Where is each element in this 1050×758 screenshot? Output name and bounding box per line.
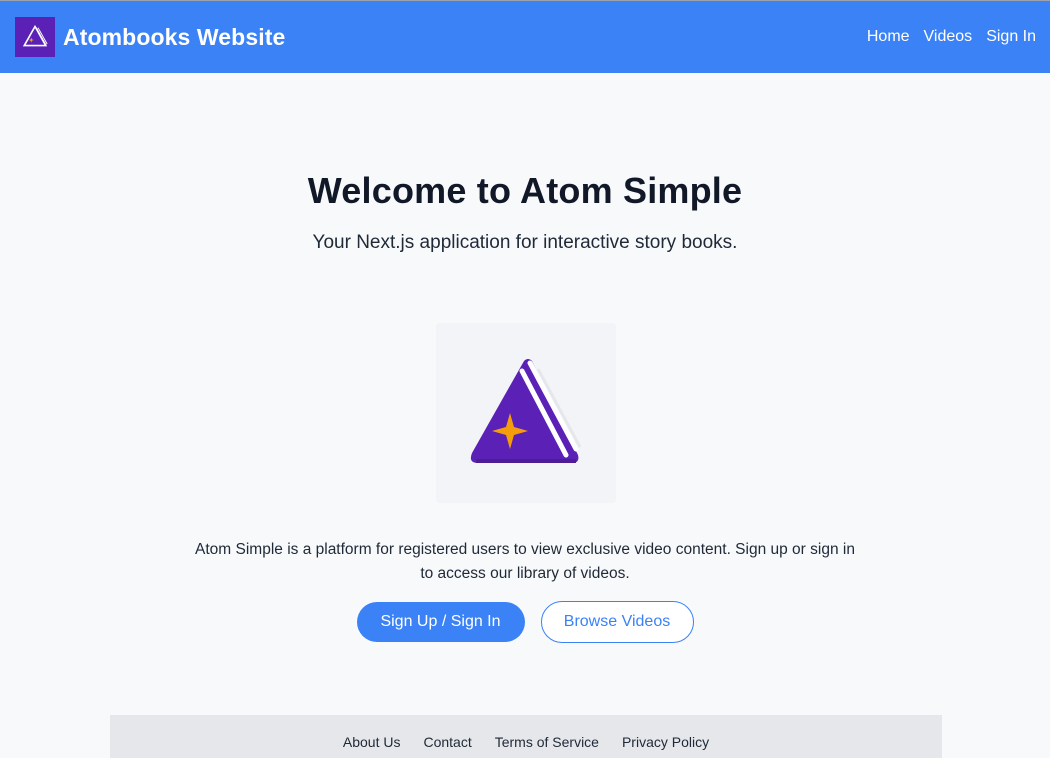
main-nav: Home Videos Sign In — [867, 28, 1036, 46]
nav-sign-in-link[interactable]: Sign In — [986, 28, 1036, 46]
footer-terms-link[interactable]: Terms of Service — [495, 734, 599, 750]
atombooks-logo-icon[interactable] — [15, 17, 55, 57]
footer: About Us Contact Terms of Service Privac… — [110, 715, 942, 758]
brand-title[interactable]: Atombooks Website — [63, 24, 285, 51]
hero-logo-card — [436, 323, 616, 503]
sign-up-sign-in-button[interactable]: Sign Up / Sign In — [356, 602, 525, 642]
atombooks-logo-icon — [470, 359, 582, 463]
hero-section: Welcome to Atom Simple Your Next.js appl… — [0, 170, 1050, 254]
nav-home-link[interactable]: Home — [867, 28, 910, 46]
brand[interactable]: Atombooks Website — [15, 17, 285, 57]
footer-about-link[interactable]: About Us — [343, 734, 401, 750]
page-title: Welcome to Atom Simple — [307, 170, 743, 211]
page-subtitle: Your Next.js application for interactive… — [312, 232, 738, 253]
nav-videos-link[interactable]: Videos — [924, 28, 973, 46]
hero-actions: Sign Up / Sign In Browse Videos — [0, 601, 1050, 643]
top-navbar: Atombooks Website Home Videos Sign In — [0, 0, 1050, 73]
intro-description: Atom Simple is a platform for registered… — [195, 541, 855, 582]
browse-videos-button[interactable]: Browse Videos — [540, 601, 694, 643]
footer-contact-link[interactable]: Contact — [423, 734, 471, 750]
footer-privacy-link[interactable]: Privacy Policy — [622, 734, 709, 750]
